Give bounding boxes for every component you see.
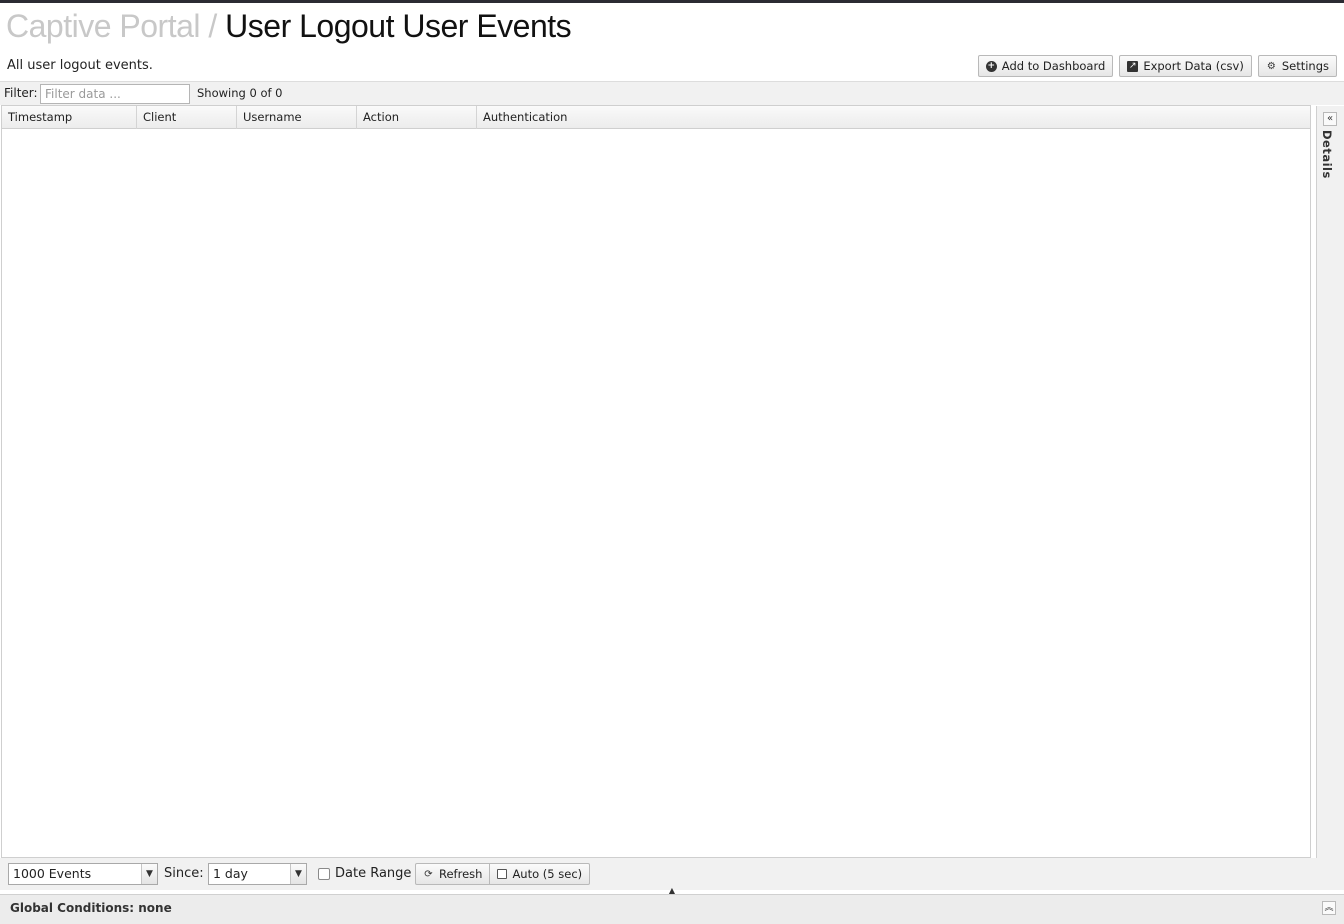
refresh-icon: ⟳ — [424, 868, 433, 880]
add-to-dashboard-button[interactable]: + Add to Dashboard — [977, 55, 1114, 77]
filter-bar: Filter: Showing 0 of 0 — [0, 81, 1344, 105]
since-label: Since: — [164, 866, 204, 881]
showing-count: Showing 0 of 0 — [197, 86, 283, 100]
auto-refresh-checkbox[interactable] — [497, 869, 508, 879]
filter-input[interactable] — [40, 84, 190, 104]
refresh-button[interactable]: ⟳ Refresh — [415, 863, 491, 885]
events-limit-value: 1000 Events — [13, 866, 92, 881]
top-actions: + Add to Dashboard ↗ Export Data (csv) ⚙… — [977, 55, 1337, 77]
export-data-label: Export Data (csv) — [1143, 59, 1244, 73]
breadcrumb-current: User Logout User Events — [225, 8, 572, 44]
add-to-dashboard-label: Add to Dashboard — [1001, 59, 1106, 73]
column-header-username[interactable]: Username — [237, 106, 357, 129]
grid-body — [2, 129, 1310, 857]
settings-button[interactable]: ⚙ Settings — [1257, 55, 1337, 77]
events-grid: Timestamp Client Username Action Authent… — [1, 105, 1311, 858]
date-range-checkbox[interactable] — [318, 868, 330, 880]
refresh-label: Refresh — [439, 867, 483, 881]
details-panel-label[interactable]: Details — [1320, 130, 1334, 179]
global-conditions-text[interactable]: Global Conditions: none — [10, 901, 172, 915]
breadcrumb-captive-portal[interactable]: Captive Portal — [6, 8, 200, 44]
events-limit-select[interactable]: 1000 Events ▼ — [8, 863, 158, 885]
page-description: All user logout events. — [7, 58, 153, 73]
export-data-button[interactable]: ↗ Export Data (csv) — [1119, 55, 1252, 77]
breadcrumb-separator: / — [208, 8, 217, 44]
gear-icon: ⚙ — [1266, 60, 1276, 72]
column-header-action[interactable]: Action — [357, 106, 477, 129]
column-header-client[interactable]: Client — [137, 106, 237, 129]
since-value: 1 day — [213, 866, 248, 881]
auto-refresh-label: Auto (5 sec) — [512, 867, 583, 881]
page-title: Captive Portal / User Logout User Events — [6, 8, 572, 45]
plus-circle-icon: + — [985, 60, 997, 72]
export-icon: ↗ — [1127, 60, 1139, 72]
double-chevron-left-icon[interactable]: « — [1323, 112, 1337, 126]
chevron-down-icon: ▼ — [290, 864, 306, 884]
column-header-authentication[interactable]: Authentication — [477, 106, 1310, 129]
double-chevron-up-icon[interactable]: ︽ — [1322, 901, 1336, 915]
chevron-down-icon: ▼ — [141, 864, 157, 884]
date-range-label[interactable]: Date Range — [335, 866, 411, 881]
since-select[interactable]: 1 day ▼ — [208, 863, 307, 885]
top-border — [0, 0, 1344, 3]
details-panel: « Details — [1316, 106, 1344, 858]
global-conditions-bar: Global Conditions: none ︽ — [0, 894, 1344, 924]
refresh-button-group: ⟳ Refresh Auto (5 sec) — [415, 863, 591, 885]
auto-refresh-button[interactable]: Auto (5 sec) — [490, 863, 591, 885]
settings-label: Settings — [1281, 59, 1329, 73]
filter-label: Filter: — [4, 86, 38, 100]
column-header-timestamp[interactable]: Timestamp — [2, 106, 137, 129]
grid-header: Timestamp Client Username Action Authent… — [2, 106, 1310, 129]
